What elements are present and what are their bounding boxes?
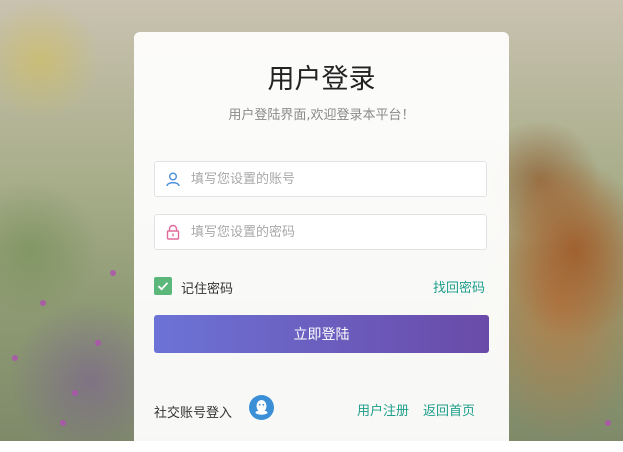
password-input[interactable] <box>191 215 481 249</box>
password-field[interactable] <box>154 214 487 250</box>
account-field[interactable] <box>154 161 487 197</box>
account-input[interactable] <box>191 162 481 196</box>
page-subtitle: 用户登陆界面,欢迎登录本平台！ <box>228 108 415 123</box>
remember-checkbox[interactable] <box>154 277 172 295</box>
remember-label: 记住密码 <box>181 282 234 297</box>
flower-decoration <box>12 355 18 361</box>
forgot-password-link[interactable]: 找回密码 <box>433 277 485 296</box>
flower-decoration <box>110 270 116 276</box>
login-card: 用户登录 用户登陆界面,欢迎登录本平台！ 记住密码 找回密码 <box>134 32 509 452</box>
flower-decoration <box>95 340 101 346</box>
qq-icon[interactable] <box>249 395 274 420</box>
flower-decoration <box>72 390 78 396</box>
flower-decoration <box>60 420 66 426</box>
check-icon <box>157 282 169 291</box>
register-link[interactable]: 用户注册 <box>357 400 409 419</box>
login-button[interactable]: 立即登陆 <box>154 315 489 353</box>
flower-decoration <box>40 300 46 306</box>
page-title: 用户登录 <box>267 64 376 95</box>
user-icon <box>165 171 181 187</box>
social-login-label: 社交账号登入 <box>154 406 233 421</box>
lock-icon <box>165 224 181 240</box>
flower-decoration <box>605 420 611 426</box>
back-home-link[interactable]: 返回首页 <box>423 400 475 419</box>
